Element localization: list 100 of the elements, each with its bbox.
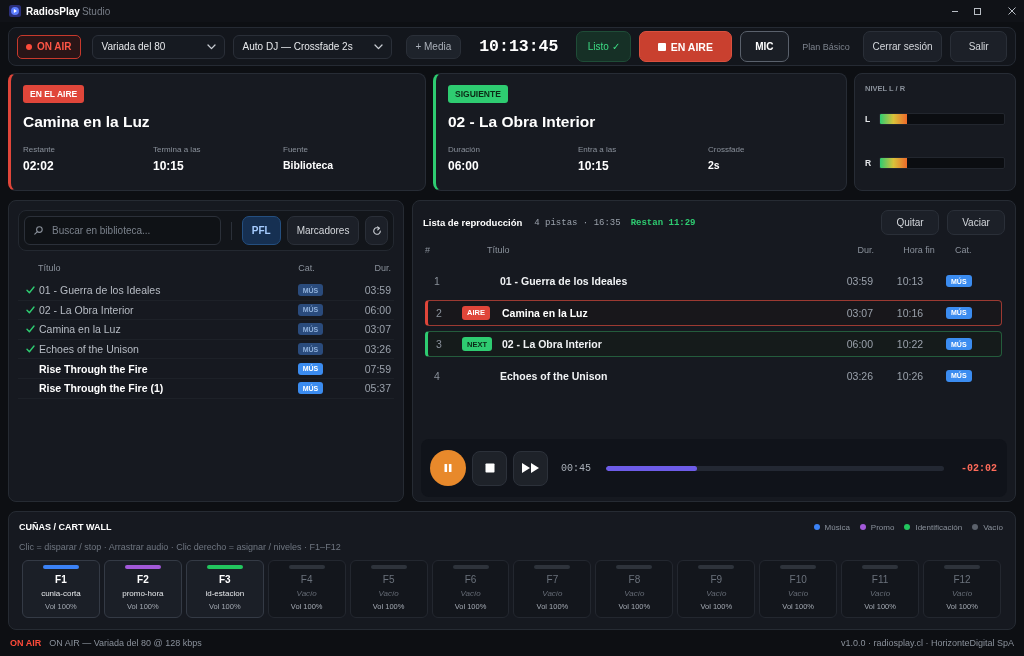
track-title[interactable]: 01 - Guerra de los Ideales <box>500 275 827 287</box>
cart-key: F8 <box>628 574 641 585</box>
track-title[interactable]: Echoes of the Unison <box>500 369 827 382</box>
cart-name: Vacío <box>706 589 727 598</box>
app-name: RadiosPlay <box>26 5 80 17</box>
station-select[interactable]: Variada del 80 <box>91 34 225 59</box>
legend-label: Identificación <box>915 522 963 532</box>
refresh-button[interactable] <box>365 216 388 245</box>
track-title: 02 - La Obra Interior <box>502 338 603 350</box>
cart-name: Vacío <box>378 589 399 598</box>
row-number: 3 <box>435 338 443 350</box>
row-number: 4 <box>433 369 441 382</box>
cart-key: F10 <box>789 574 807 585</box>
field-value: Biblioteca <box>283 159 335 171</box>
legend-label: Música <box>824 522 850 532</box>
panel-title: CUÑAS / CART WALL <box>19 522 112 532</box>
stop-icon <box>484 463 495 473</box>
duration-text: 03:26 <box>363 343 391 356</box>
footer-text: v1.0.0 · radiosplay.cl · HorizonteDigital SpA <box>841 638 1014 648</box>
status-badge: EN EL AIRE <box>23 85 85 103</box>
hint-text: Clic = disparar / stop · Arrastrar audio · Clic derecho = asignar / niveles · F1–F12 <box>19 542 342 552</box>
cart-key: F12 <box>953 574 971 585</box>
bookmarks-button[interactable]: Marcadores <box>286 216 360 245</box>
pfl-button[interactable]: PFL <box>241 216 281 245</box>
pause-button[interactable] <box>430 450 466 486</box>
duration-text: 07:59 <box>363 362 391 375</box>
duration-text: 03:59 <box>845 275 874 287</box>
check-icon <box>26 305 35 314</box>
stop-icon <box>657 42 666 51</box>
cart-key: F6 <box>464 574 477 585</box>
track-title: 02 - La Obra Interior <box>448 113 597 131</box>
status-dot-icon <box>25 43 32 50</box>
end-time-text: 10:16 <box>895 306 925 319</box>
pause-icon <box>443 463 453 473</box>
mode-select[interactable]: Auto DJ — Crossfade 2s <box>232 34 392 59</box>
end-time-text: 10:13 <box>895 275 925 287</box>
on-air-button[interactable]: EN AIRE <box>639 31 732 62</box>
remove-button[interactable]: Quitar <box>881 210 939 235</box>
add-media-button[interactable]: + Media <box>405 34 462 59</box>
column-header: Dur. <box>373 263 391 273</box>
on-air-status: ON AIR <box>10 638 42 648</box>
track-title: Camina en la Luz <box>23 113 151 131</box>
legend-label: Vacío <box>983 522 1003 532</box>
fast-forward-button[interactable] <box>513 450 548 486</box>
close-icon[interactable] <box>1008 7 1016 15</box>
chevron-down-icon <box>373 43 383 50</box>
cart-name: Vacío <box>542 589 563 598</box>
field-value: 10:15 <box>578 159 610 173</box>
app-logo-icon <box>9 5 21 17</box>
cart-key: F7 <box>546 574 559 585</box>
cart-key: F9 <box>710 574 723 585</box>
exit-button[interactable]: Salir <box>950 31 1007 62</box>
duration-text: 06:00 <box>845 338 874 350</box>
cart-name: Vacío <box>870 589 891 598</box>
track-title[interactable]: 01 - Guerra de los Ideales <box>39 284 280 297</box>
clear-button[interactable]: Vaciar <box>947 210 1005 235</box>
field-value: 02:02 <box>23 159 55 173</box>
field-value: 10:15 <box>153 159 185 173</box>
progress-track[interactable] <box>606 465 944 471</box>
cart-name: Vacío <box>624 589 645 598</box>
track-title[interactable]: 02 - La Obra Interior <box>39 303 280 316</box>
cart-name: Vacío <box>460 589 481 598</box>
plan-label: Plan Básico <box>802 41 850 52</box>
search-icon <box>34 226 43 235</box>
cart-name: id-estacion <box>205 589 245 598</box>
cart-name: cunia-corta <box>41 589 81 598</box>
check-icon <box>26 325 35 334</box>
ready-button[interactable]: Listo ✓ <box>576 31 632 62</box>
field-label: Entra a las <box>578 145 618 154</box>
track-title[interactable]: Camina en la Luz <box>39 323 280 336</box>
cart-key: F3 <box>218 574 231 585</box>
legend-label: Promo <box>870 522 895 532</box>
column-header: Hora fin <box>902 245 936 255</box>
cart-name: Vacío <box>788 589 809 598</box>
stop-button[interactable] <box>472 450 507 486</box>
column-header: Título <box>486 245 511 255</box>
cart-key: F1 <box>55 574 67 585</box>
cart-key: F11 <box>871 574 889 585</box>
cart-key: F4 <box>300 574 313 585</box>
duration-text: 05:37 <box>363 382 391 395</box>
field-label: Duración <box>448 145 481 154</box>
track-title[interactable]: Rise Through the Fire (1) <box>39 382 280 395</box>
check-icon <box>26 286 35 295</box>
cart-name: Vacío <box>951 589 973 598</box>
panel-title: Lista de reproducción <box>423 217 523 228</box>
duration-text: 06:00 <box>363 303 391 316</box>
row-number: 2 <box>435 306 443 319</box>
search-field[interactable]: Buscar en biblioteca... <box>24 216 221 245</box>
maximize-icon[interactable] <box>974 7 981 15</box>
logout-button[interactable]: Cerrar sesión <box>862 31 943 62</box>
channel-label: L <box>865 114 872 124</box>
elapsed-time: 00:45 <box>561 462 591 474</box>
track-title[interactable]: Rise Through the Fire <box>39 362 280 375</box>
mic-button[interactable]: MIC <box>739 31 790 62</box>
end-time-text: 10:22 <box>895 338 925 350</box>
duration-text: 03:07 <box>363 323 391 336</box>
cart-key: F2 <box>137 574 149 585</box>
column-header: Título <box>38 263 62 273</box>
chevron-down-icon <box>206 43 216 50</box>
track-title[interactable]: Echoes of the Unison <box>39 343 280 356</box>
